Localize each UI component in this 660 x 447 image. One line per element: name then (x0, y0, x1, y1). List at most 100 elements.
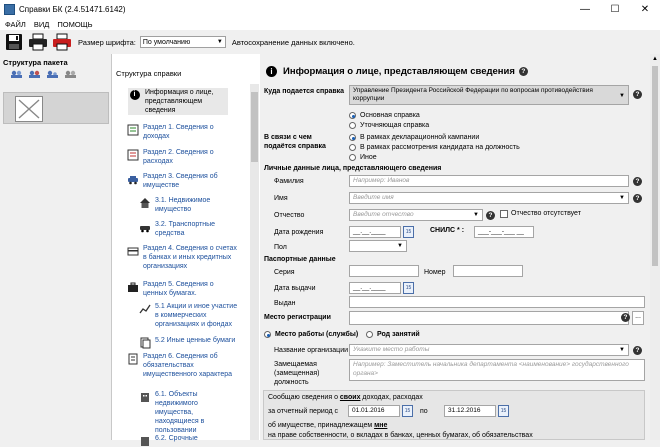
tree-item-3-2[interactable]: 3.2. Транспортные средства (138, 220, 232, 238)
urgent-icon (138, 434, 151, 447)
no-patronymic-checkbox[interactable] (500, 210, 508, 218)
snils-input[interactable]: ___-___-___ __ (474, 226, 534, 238)
period-to-input[interactable]: 31.12.2016 (444, 405, 496, 417)
info-icon: i (266, 66, 277, 77)
tree-item-6-2[interactable]: 6.2. Срочные (138, 434, 236, 447)
house-icon (138, 196, 151, 209)
where-help-icon[interactable]: ? (633, 90, 642, 99)
tree-item-3-1[interactable]: 3.1. Недвижимое имущество (138, 196, 232, 214)
surname-label: Фамилия (274, 178, 304, 185)
registration-more-button[interactable]: ... (632, 311, 644, 325)
reason-other-radio[interactable]: Иное (349, 154, 377, 161)
sex-select[interactable]: ▼ (349, 240, 407, 252)
form-area: i Информация о лице, представляющем свед… (260, 54, 650, 440)
where-select[interactable]: Управление Президента Российской Федерац… (349, 85, 629, 105)
tree-item-6-1[interactable]: 6.1. Объекты недвижимого имущества, нахо… (138, 390, 236, 435)
menu-file[interactable]: ФАЙЛ (5, 20, 26, 29)
issued-by-input[interactable] (349, 296, 645, 308)
tree-scrollbar-thumb[interactable] (251, 92, 258, 162)
organization-input[interactable]: Укажите место работы ▼ (349, 344, 629, 356)
tree-item-5-2[interactable]: 5.2 Иные ценные бумаги (138, 336, 238, 349)
tree-item-section-1[interactable]: Раздел 1. Сведения о доходах (126, 123, 238, 141)
name-input[interactable]: Введите имя ▼ (349, 192, 629, 204)
clarifying-report-radio[interactable]: Уточняющая справка (349, 122, 429, 129)
print-preview-icon[interactable] (52, 32, 72, 52)
calendar-icon[interactable]: 15 (498, 405, 509, 417)
main-report-radio[interactable]: Основная справка (349, 112, 420, 119)
save-icon[interactable] (4, 32, 24, 52)
font-size-value: По умолчанию (142, 38, 191, 46)
remove-person-icon[interactable] (64, 70, 77, 78)
radio-dot (349, 122, 356, 129)
print-icon[interactable] (28, 32, 48, 52)
app-icon (4, 3, 15, 15)
tree-item-5-1[interactable]: 5.1 Акции и иное участие в коммерческих … (138, 302, 238, 329)
occupation-radio[interactable]: Род занятий (366, 331, 420, 338)
property-owner-link[interactable]: мне (374, 422, 387, 429)
radio-dot (366, 331, 373, 338)
income-icon (126, 123, 139, 136)
autosave-status: Автосохранение данных включено. (231, 37, 355, 47)
sex-label: Пол (274, 244, 287, 251)
tree-item-section-5[interactable]: Раздел 5. Сведения о ценных бумагах. (126, 280, 238, 298)
add-child-icon[interactable] (46, 70, 59, 78)
issue-date-input[interactable]: __.__.____ (349, 282, 401, 294)
form-scrollbar[interactable]: ▲ (650, 54, 660, 440)
registration-input[interactable] (349, 311, 629, 325)
organization-help-icon[interactable]: ? (633, 346, 642, 355)
work-place-radio[interactable]: Место работы (службы) (264, 331, 358, 338)
realty-icon (138, 390, 151, 403)
briefcase-icon (126, 280, 139, 293)
menu-help[interactable]: ПОМОЩЬ (57, 20, 92, 29)
issue-date-label: Дата выдачи (274, 285, 316, 292)
reason-campaign-radio[interactable]: В рамках декларационной кампании (349, 134, 479, 141)
tree-item-section-2[interactable]: Раздел 2. Сведения о расходах (126, 148, 238, 166)
name-help-icon[interactable]: ? (633, 194, 642, 203)
papers-icon (138, 336, 151, 349)
bank-icon (126, 244, 139, 257)
font-size-select[interactable]: По умолчанию ▼ (139, 36, 226, 48)
reason-candidate-radio[interactable]: В рамках рассмотрения кандидата на должн… (349, 144, 520, 151)
minimize-button[interactable]: — (570, 0, 600, 18)
structure-tree: Структура справки i Информация о лице, п… (112, 54, 260, 446)
title-bar: Справки БК (2.4.51471.6142) — ☐ ✕ (0, 0, 660, 18)
close-button[interactable]: ✕ (630, 0, 660, 18)
add-spouse-icon[interactable] (28, 70, 41, 78)
series-input[interactable] (349, 265, 419, 277)
radio-dot (264, 331, 271, 338)
birth-date-input[interactable]: __.__.____ (349, 226, 401, 238)
position-input[interactable]: Например: Заместитель начальника департа… (349, 359, 645, 381)
tree-item-info[interactable]: i Информация о лице, представляющем свед… (128, 88, 228, 115)
package-item[interactable] (3, 92, 109, 124)
number-input[interactable] (453, 265, 523, 277)
patronymic-help-icon[interactable]: ? (486, 211, 495, 220)
period-from-input[interactable]: 01.01.2016 (348, 405, 400, 417)
snils-label: СНИЛС * : (430, 227, 465, 234)
maximize-button[interactable]: ☐ (600, 0, 630, 18)
calendar-icon[interactable]: 15 (403, 282, 414, 294)
help-icon[interactable]: ? (518, 67, 528, 76)
tree-item-section-3[interactable]: Раздел 3. Сведения об имуществе (126, 172, 238, 190)
toolbar: Размер шрифта: По умолчанию ▼ Автосохран… (0, 30, 360, 54)
surname-help-icon[interactable]: ? (633, 177, 642, 186)
registration-help-icon[interactable]: ? (621, 313, 630, 322)
radio-dot (349, 154, 356, 161)
chevron-up-icon[interactable]: ▲ (652, 56, 658, 62)
tree-item-section-4[interactable]: Раздел 4. Сведения о счетах в банках и и… (126, 244, 238, 271)
tree-item-section-6[interactable]: Раздел 6. Сведения об обязательствах иму… (126, 352, 238, 379)
font-size-label: Размер шрифта: (78, 37, 136, 47)
chevron-down-icon: ▼ (619, 347, 625, 353)
menu-bar: ФАЙЛ ВИД ПОМОЩЬ (0, 18, 660, 30)
package-panel-title: Структура пакета (3, 58, 68, 67)
calendar-icon[interactable]: 15 (402, 405, 413, 417)
info-icon: i (128, 88, 141, 101)
add-person-icon[interactable] (10, 70, 23, 78)
surname-input[interactable]: Например: Иванов (349, 175, 629, 187)
patronymic-input[interactable]: Введите отчество ▼ (349, 209, 483, 221)
name-label: Имя (274, 195, 288, 202)
menu-view[interactable]: ВИД (34, 20, 49, 29)
tree-scrollbar[interactable] (250, 84, 259, 440)
calendar-icon[interactable]: 15 (403, 226, 414, 238)
report-own-link[interactable]: своих (340, 394, 361, 401)
form-scrollbar-thumb[interactable] (652, 66, 658, 266)
